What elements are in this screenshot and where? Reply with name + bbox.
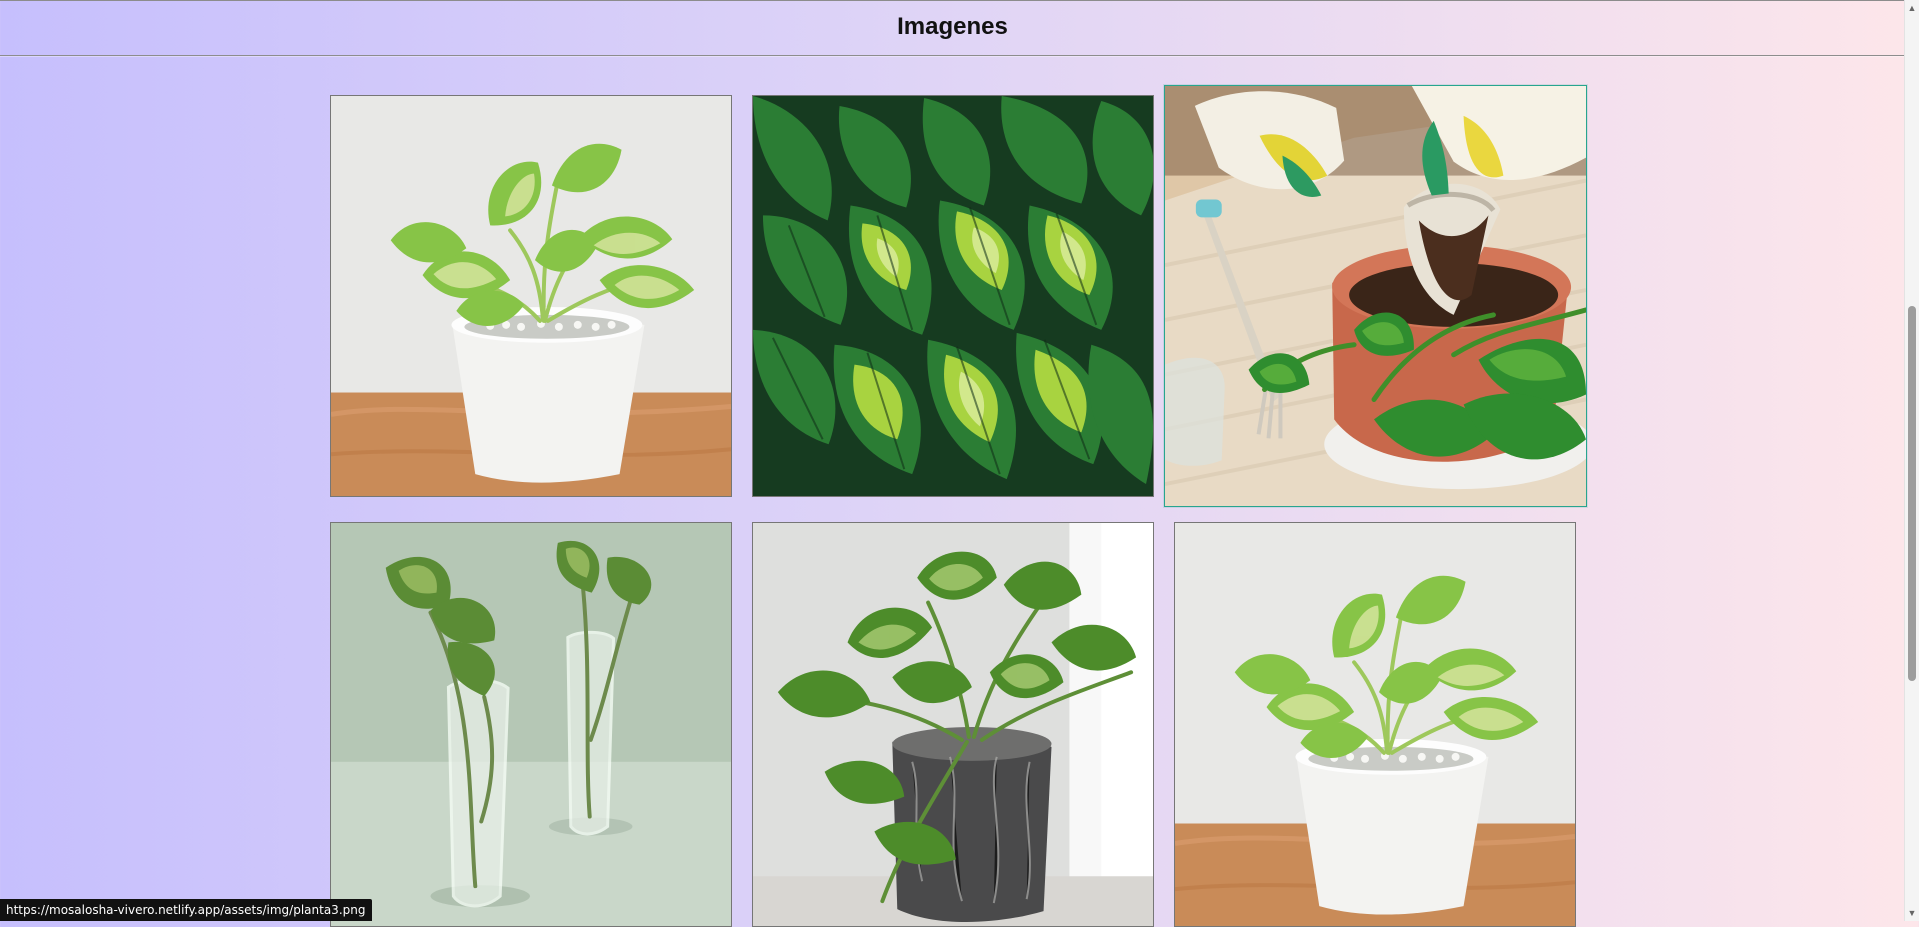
image-gallery [0,0,1905,927]
pothos-white-pot-image [331,96,731,496]
scroll-up-icon[interactable]: ▲ [1905,0,1919,16]
vertical-scrollbar[interactable]: ▲ ▼ [1904,0,1919,921]
gallery-image-5[interactable] [752,522,1154,927]
gallery-image-4[interactable] [330,522,732,927]
gallery-image-2[interactable] [752,95,1154,497]
gallery-image-3[interactable] [1164,85,1587,507]
status-url-bar: https://mosalosha-vivero.netlify.app/ass… [0,899,373,921]
pothos-leaves-image [753,96,1153,496]
pothos-water-vases-image [331,523,731,926]
gallery-image-1[interactable] [330,95,732,497]
scrollbar-thumb[interactable] [1908,306,1916,681]
gallery-image-6[interactable] [1174,522,1576,927]
scroll-down-icon[interactable]: ▼ [1905,905,1919,921]
repotting-pothos-image [1165,86,1586,506]
pothos-white-pot-image [1175,523,1575,926]
webpage: Imagenes [0,0,1905,927]
pothos-gray-pot-image [753,523,1153,926]
